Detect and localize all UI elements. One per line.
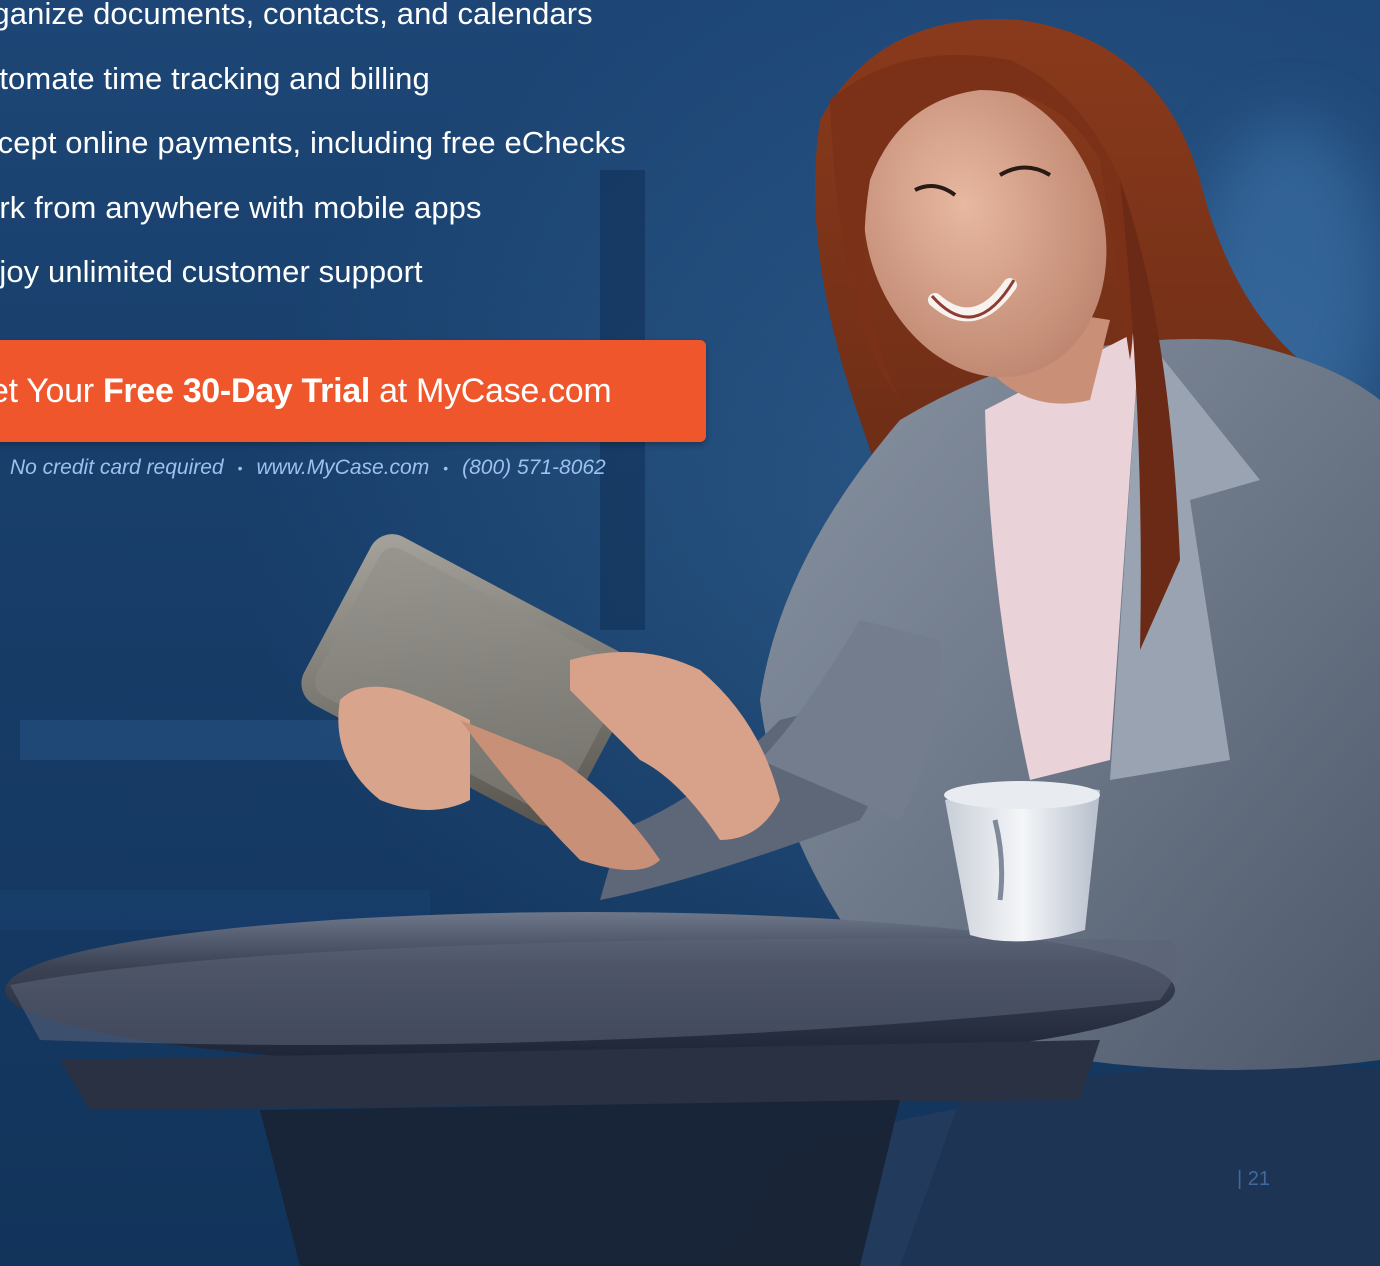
- feature-item: utomate time tracking and billing: [0, 60, 430, 96]
- free-trial-button[interactable]: et Your Free 30-Day Trial at MyCase.com: [0, 340, 706, 442]
- feature-item: ork from anywhere with mobile apps: [0, 189, 482, 225]
- contact-line: No credit card required • www.MyCase.com • (…: [10, 456, 606, 480]
- website-link[interactable]: www.MyCase.com: [257, 456, 430, 479]
- separator-dot-icon: •: [237, 460, 243, 477]
- cta-bold: Free 30-Day Trial: [102, 371, 370, 410]
- feature-item: njoy unlimited customer support: [0, 254, 423, 289]
- no-credit-card-note: No credit card required: [10, 456, 224, 479]
- promo-page: rganize documents, contacts, and calenda…: [0, 0, 1380, 1266]
- feature-item: ccept online payments, including free eC…: [0, 125, 626, 160]
- phone-number[interactable]: (800) 571-8062: [462, 456, 606, 479]
- free-trial-label: et Your Free 30-Day Trial at MyCase.com: [0, 371, 612, 411]
- page-number: | 21: [1237, 1168, 1270, 1190]
- cta-suffix: at MyCase.com: [370, 371, 612, 410]
- separator-dot-icon: •: [443, 460, 449, 477]
- cta-prefix: et Your: [0, 371, 103, 410]
- feature-item: rganize documents, contacts, and calenda…: [0, 0, 593, 31]
- feature-list: rganize documents, contacts, and calenda…: [0, 0, 626, 305]
